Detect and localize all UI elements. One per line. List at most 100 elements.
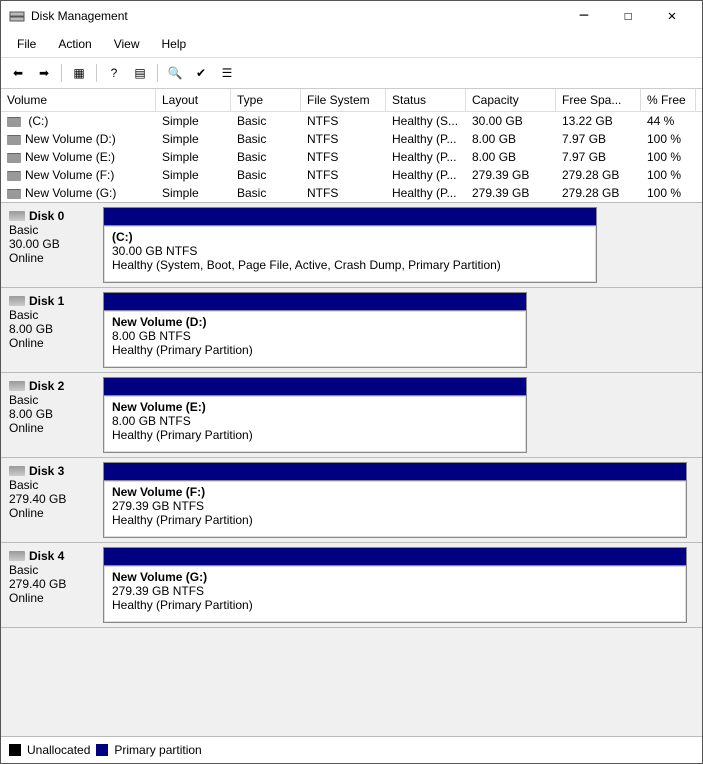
column-header[interactable]: Free Spa... (556, 89, 641, 111)
disk-size: 279.40 GB (9, 492, 93, 506)
partition-box[interactable]: New Volume (E:)8.00 GB NTFSHealthy (Prim… (103, 395, 527, 453)
disk-partitions: New Volume (G:)279.39 GB NTFSHealthy (Pr… (101, 543, 691, 627)
volume-row[interactable]: New Volume (E:)SimpleBasicNTFSHealthy (P… (1, 148, 702, 166)
partition-box[interactable]: New Volume (G:)279.39 GB NTFSHealthy (Pr… (103, 565, 687, 623)
maximize-button[interactable]: ☐ (606, 2, 650, 30)
zoom-icon[interactable]: 🔍 (164, 62, 186, 84)
back-arrow-icon[interactable]: ⬅ (7, 62, 29, 84)
partition-title: New Volume (D:) (112, 315, 518, 329)
cell-free: 279.28 GB (556, 185, 641, 201)
help-icon[interactable]: ? (103, 62, 125, 84)
partition-status: Healthy (Primary Partition) (112, 428, 518, 442)
cell-layout: Simple (156, 113, 231, 129)
menu-file[interactable]: File (7, 33, 46, 55)
cell-layout: Simple (156, 185, 231, 201)
cell-name: (C:) (1, 113, 156, 129)
cell-pct: 100 % (641, 149, 696, 165)
disk-size: 279.40 GB (9, 577, 93, 591)
cell-type: Basic (231, 113, 301, 129)
table-header: VolumeLayoutTypeFile SystemStatusCapacit… (1, 89, 702, 112)
cell-pct: 100 % (641, 185, 696, 201)
column-header[interactable]: File System (301, 89, 386, 111)
cell-name: New Volume (D:) (1, 131, 156, 147)
column-header[interactable]: Capacity (466, 89, 556, 111)
forward-arrow-icon[interactable]: ➡ (33, 62, 55, 84)
disk-name-label: Disk 3 (29, 464, 64, 478)
cell-free: 7.97 GB (556, 131, 641, 147)
check-icon[interactable]: ✔ (190, 62, 212, 84)
partition-sub: 279.39 GB NTFS (112, 499, 678, 513)
disk-icon (9, 466, 25, 476)
drive-icon (7, 171, 21, 181)
legend: Unallocated Primary partition (1, 736, 702, 763)
legend-unallocated-label: Unallocated (27, 743, 90, 757)
disk-info[interactable]: Disk 0Basic30.00 GBOnline (1, 203, 101, 287)
column-header[interactable]: % Free (641, 89, 696, 111)
disk-type: Basic (9, 478, 93, 492)
disk-info[interactable]: Disk 4Basic279.40 GBOnline (1, 543, 101, 627)
disk-row: Disk 0Basic30.00 GBOnline (C:)30.00 GB N… (1, 203, 702, 288)
volume-row[interactable]: (C:)SimpleBasicNTFSHealthy (S...30.00 GB… (1, 112, 702, 130)
cell-status: Healthy (S... (386, 113, 466, 129)
disk-info[interactable]: Disk 2Basic8.00 GBOnline (1, 373, 101, 457)
drive-icon (7, 117, 21, 127)
menu-help[interactable]: Help (152, 33, 197, 55)
volume-row[interactable]: New Volume (D:)SimpleBasicNTFSHealthy (P… (1, 130, 702, 148)
cell-fs: NTFS (301, 185, 386, 201)
volume-row[interactable]: New Volume (F:)SimpleBasicNTFSHealthy (P… (1, 166, 702, 184)
disks-panel: Disk 0Basic30.00 GBOnline (C:)30.00 GB N… (1, 203, 702, 736)
disk-name-label: Disk 4 (29, 549, 64, 563)
column-header[interactable]: Volume (1, 89, 156, 111)
volume-row[interactable]: New Volume (G:)SimpleBasicNTFSHealthy (P… (1, 184, 702, 202)
cell-name: New Volume (G:) (1, 185, 156, 201)
partition-header-bar (103, 377, 527, 395)
disk-info[interactable]: Disk 3Basic279.40 GBOnline (1, 458, 101, 542)
disk-info[interactable]: Disk 1Basic8.00 GBOnline (1, 288, 101, 372)
partition-box[interactable]: New Volume (D:)8.00 GB NTFSHealthy (Prim… (103, 310, 527, 368)
title-bar: Disk Management ─ ☐ ✕ (1, 1, 702, 31)
disk-type: Basic (9, 563, 93, 577)
partition-title: New Volume (F:) (112, 485, 678, 499)
partition-status: Healthy (Primary Partition) (112, 598, 678, 612)
disk-state: Online (9, 251, 93, 265)
cell-status: Healthy (P... (386, 149, 466, 165)
cell-cap: 8.00 GB (466, 149, 556, 165)
menu-bar: FileActionViewHelp (1, 31, 702, 58)
drive-icon (7, 135, 21, 145)
column-header[interactable]: Status (386, 89, 466, 111)
cell-cap: 279.39 GB (466, 167, 556, 183)
toolbar-separator (157, 64, 158, 82)
disk-size: 8.00 GB (9, 322, 93, 336)
cell-pct: 100 % (641, 167, 696, 183)
list-icon[interactable]: ☰ (216, 62, 238, 84)
drive-icon (7, 153, 21, 163)
partition-title: (C:) (112, 230, 588, 244)
partition-box[interactable]: New Volume (F:)279.39 GB NTFSHealthy (Pr… (103, 480, 687, 538)
menu-action[interactable]: Action (48, 33, 101, 55)
table-body: (C:)SimpleBasicNTFSHealthy (S...30.00 GB… (1, 112, 702, 202)
cell-fs: NTFS (301, 167, 386, 183)
partition-box[interactable]: (C:)30.00 GB NTFSHealthy (System, Boot, … (103, 225, 597, 283)
close-button[interactable]: ✕ (650, 2, 694, 30)
partition-title: New Volume (E:) (112, 400, 518, 414)
disk-type: Basic (9, 308, 93, 322)
menu-view[interactable]: View (104, 33, 150, 55)
table-icon[interactable]: ▦ (68, 62, 90, 84)
grid-icon[interactable]: ▤ (129, 62, 151, 84)
column-header[interactable]: Type (231, 89, 301, 111)
disk-name-label: Disk 0 (29, 209, 64, 223)
minimize-button[interactable]: ─ (562, 2, 606, 30)
cell-name: New Volume (F:) (1, 167, 156, 183)
cell-cap: 8.00 GB (466, 131, 556, 147)
cell-layout: Simple (156, 131, 231, 147)
cell-free: 13.22 GB (556, 113, 641, 129)
cell-type: Basic (231, 131, 301, 147)
cell-type: Basic (231, 149, 301, 165)
cell-status: Healthy (P... (386, 185, 466, 201)
toolbar-separator (96, 64, 97, 82)
cell-status: Healthy (P... (386, 167, 466, 183)
partition-status: Healthy (System, Boot, Page File, Active… (112, 258, 588, 272)
column-header[interactable]: Layout (156, 89, 231, 111)
disk-icon (9, 551, 25, 561)
partition-status: Healthy (Primary Partition) (112, 513, 678, 527)
